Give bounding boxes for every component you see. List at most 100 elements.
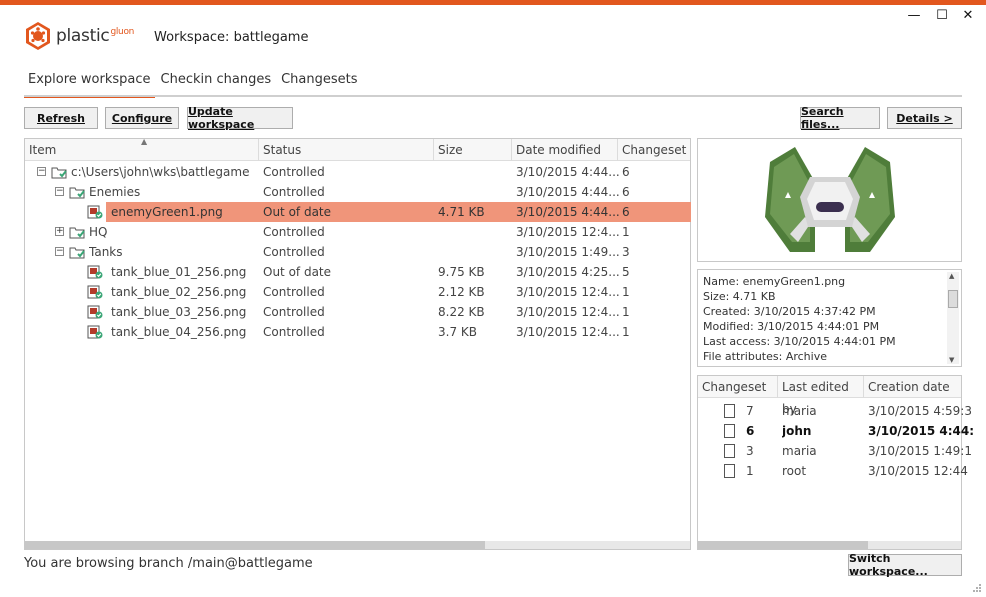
image-file-icon — [87, 205, 103, 219]
cell-item: Enemies — [89, 185, 141, 199]
resize-grip-icon[interactable] — [972, 583, 982, 593]
collapse-icon[interactable]: − — [55, 247, 64, 256]
branch-status-text: You are browsing branch /main@battlegame — [24, 556, 313, 571]
cell-size: 3.7 KB — [438, 325, 477, 339]
cell-creation-date: 3/10/2015 1:49:1 — [868, 444, 972, 458]
cell-changeset: 6 — [622, 185, 630, 199]
grid-horizontal-scrollbar[interactable] — [25, 541, 690, 549]
cell-last-edited-by: maria — [782, 404, 817, 418]
cell-item: tank_blue_03_256.png — [111, 305, 247, 319]
search-files-button[interactable]: Search files... — [800, 105, 880, 131]
switch-workspace-button[interactable]: Switch workspace... — [848, 552, 962, 578]
detail-last-access: Last access: 3/10/2015 4:44:01 PM — [703, 335, 896, 348]
history-horizontal-scrollbar[interactable] — [698, 541, 961, 549]
cell-status: Controlled — [263, 245, 325, 259]
table-row[interactable]: enemyGreen1.png Out of date 4.71 KB 3/10/20… — [87, 202, 691, 222]
cell-status: Controlled — [263, 185, 325, 199]
grid-header: Item ▲ Status Size Date modified Changes… — [25, 137, 690, 161]
cell-item: HQ — [89, 225, 108, 239]
cell-changeset: 7 — [746, 404, 754, 418]
table-row[interactable]: − c:\Users\john\wks\battlegame Controlled 3… — [25, 162, 690, 182]
cell-creation-date: 3/10/2015 12:44 — [868, 464, 968, 478]
plastic-logo-icon — [24, 21, 52, 51]
cell-changeset: 1 — [622, 285, 630, 299]
cell-item: tank_blue_02_256.png — [111, 285, 247, 299]
enemy-sprite-preview — [765, 147, 895, 252]
cell-size: 8.22 KB — [438, 305, 485, 319]
close-button[interactable]: ✕ — [960, 9, 976, 23]
cell-date-modified: 3/10/2015 1:49... — [516, 245, 620, 259]
image-file-icon — [87, 265, 103, 279]
cell-changeset: 1 — [622, 225, 630, 239]
table-row[interactable]: − Enemies Controlled 3/10/2015 4:44... 6 — [25, 182, 690, 202]
table-row[interactable]: tank_blue_01_256.png Out of date 9.75 KB 3/… — [25, 262, 690, 282]
expand-icon[interactable]: + — [55, 227, 64, 236]
list-item[interactable]: 1 root 3/10/2015 12:44 — [698, 461, 968, 481]
table-row[interactable]: tank_blue_03_256.png Controlled 8.22 KB 3/1… — [25, 302, 690, 322]
cell-item: c:\Users\john\wks\battlegame — [71, 165, 250, 179]
cell-size: 4.71 KB — [438, 205, 485, 219]
column-header-last-edited-by[interactable]: Last edited by — [778, 376, 864, 416]
plastic-logo: plasticgluon — [24, 20, 134, 52]
scroll-down-icon[interactable]: ▼ — [949, 356, 954, 364]
file-details-panel: Name: enemyGreen1.png Size: 4.71 KB Crea… — [697, 269, 962, 367]
details-vertical-scrollbar[interactable]: ▲ ▼ — [947, 272, 959, 364]
workspace-title: Workspace: battlegame — [154, 30, 309, 45]
changeset-document-icon — [724, 404, 735, 418]
maximize-button[interactable]: ☐ — [934, 9, 950, 23]
collapse-icon[interactable]: − — [55, 187, 64, 196]
detail-modified: Modified: 3/10/2015 4:44:01 PM — [703, 320, 880, 333]
detail-attributes: File attributes: Archive — [703, 350, 827, 363]
cell-item: Tanks — [89, 245, 123, 259]
cell-date-modified: 3/10/2015 12:4... — [516, 305, 620, 319]
cell-changeset: 6 — [622, 205, 630, 219]
cell-creation-date: 3/10/2015 4:59:3 — [868, 404, 972, 418]
image-preview-panel — [697, 138, 962, 262]
image-file-icon — [87, 305, 103, 319]
collapse-icon[interactable]: − — [37, 167, 46, 176]
cell-changeset: 6 — [746, 424, 755, 438]
cell-last-edited-by: john — [782, 424, 812, 438]
cell-date-modified: 3/10/2015 4:44... — [516, 205, 620, 219]
table-row[interactable]: + HQ Controlled 3/10/2015 12:4... 1 — [25, 222, 690, 242]
details-scroll-thumb[interactable] — [948, 290, 958, 308]
cell-date-modified: 3/10/2015 4:25... — [516, 265, 620, 279]
configure-button[interactable]: Configure — [105, 107, 179, 129]
refresh-button[interactable]: Refresh — [24, 107, 98, 129]
changeset-document-icon — [724, 424, 735, 438]
cell-status: Controlled — [263, 225, 325, 239]
table-row[interactable]: − Tanks Controlled 3/10/2015 1:49... 3 — [25, 242, 690, 262]
list-item[interactable]: 6 john 3/10/2015 4:44: — [698, 421, 974, 441]
column-header-changeset[interactable]: Changeset — [698, 376, 778, 398]
cell-size: 2.12 KB — [438, 285, 485, 299]
list-item[interactable]: 3 maria 3/10/2015 1:49:1 — [698, 441, 972, 461]
table-row[interactable]: tank_blue_02_256.png Controlled 2.12 KB 3/1… — [25, 282, 690, 302]
details-button[interactable]: Details > — [887, 107, 962, 129]
cell-last-edited-by: root — [782, 464, 807, 478]
cell-changeset: 3 — [622, 245, 630, 259]
column-header-creation-date[interactable]: Creation date — [864, 376, 961, 398]
tab-divider — [24, 95, 962, 97]
column-header-status[interactable]: Status — [259, 139, 434, 161]
cell-item: tank_blue_04_256.png — [111, 325, 247, 339]
changeset-document-icon — [724, 444, 735, 458]
changeset-document-icon — [724, 464, 735, 478]
list-item[interactable]: 7 maria 3/10/2015 4:59:3 — [698, 401, 972, 421]
minimize-button[interactable]: — — [906, 9, 922, 23]
column-header-changeset[interactable]: Changeset — [618, 139, 690, 161]
file-details-text: Name: enemyGreen1.png Size: 4.71 KB Crea… — [703, 274, 896, 364]
column-header-size[interactable]: Size — [434, 139, 512, 161]
table-row[interactable]: tank_blue_04_256.png Controlled 3.7 KB 3/10… — [25, 322, 690, 342]
column-header-date-modified[interactable]: Date modified — [512, 139, 618, 161]
cell-status: Controlled — [263, 285, 325, 299]
history-scroll-thumb[interactable] — [698, 541, 868, 549]
cell-date-modified: 3/10/2015 12:4... — [516, 225, 620, 239]
scroll-up-icon[interactable]: ▲ — [949, 272, 954, 280]
update-workspace-button[interactable]: Update workspace — [187, 105, 293, 131]
folder-icon — [69, 187, 85, 199]
sort-arrow-icon: ▲ — [141, 137, 148, 146]
cell-size: 9.75 KB — [438, 265, 485, 279]
cell-creation-date: 3/10/2015 4:44: — [868, 424, 975, 438]
cell-changeset: 1 — [746, 464, 754, 478]
grid-scroll-thumb[interactable] — [25, 541, 485, 549]
